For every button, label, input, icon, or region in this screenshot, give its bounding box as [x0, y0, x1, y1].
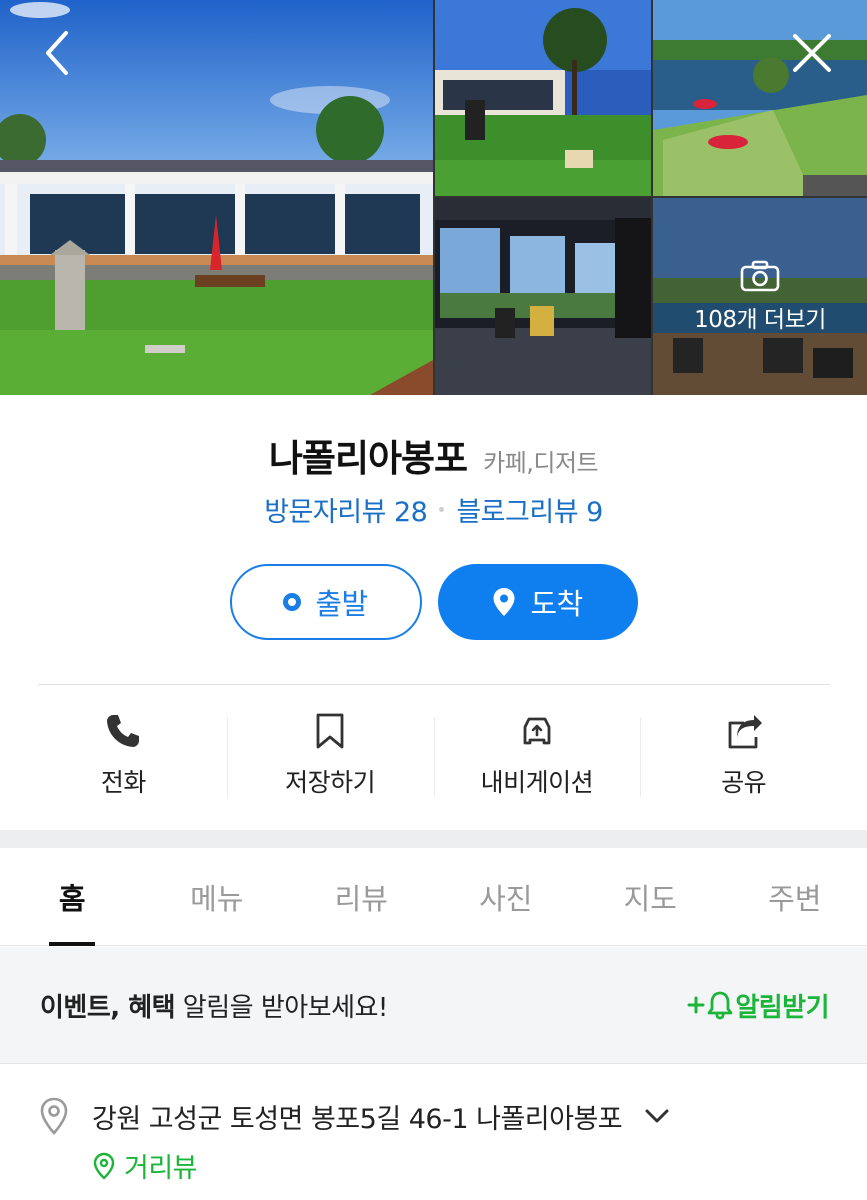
navigation-button[interactable]: 내비게이션 — [433, 705, 641, 805]
map-pin-icon — [493, 588, 515, 616]
more-photos-button[interactable]: 108개 더보기 — [653, 198, 867, 395]
start-button[interactable]: 출발 — [229, 564, 422, 640]
share-icon — [728, 715, 762, 749]
cafe-interior-image — [435, 198, 651, 395]
camera-icon — [740, 260, 780, 291]
tab-photo[interactable]: 사진 — [434, 848, 579, 945]
subscribe-alert-label: 알림받기 — [735, 992, 829, 1023]
start-label: 출발 — [315, 587, 368, 621]
navigation-car-icon — [523, 717, 551, 745]
close-icon — [793, 34, 831, 72]
phone-icon — [107, 715, 140, 747]
location-pin-icon — [40, 1097, 68, 1135]
more-photos-overlay: 108개 더보기 — [653, 198, 867, 395]
divider — [38, 684, 830, 685]
place-name: 나폴리아봉포 — [268, 437, 468, 480]
arrive-button[interactable]: 도착 — [437, 564, 638, 640]
subscribe-alert-button[interactable]: 알림받기 — [687, 987, 829, 1024]
street-view-label: 거리뷰 — [124, 1153, 198, 1184]
tab-home[interactable]: 홈 — [0, 848, 145, 945]
tab-bar: 홈 메뉴 리뷰 사진 지도 주변 — [0, 848, 867, 946]
notification-text: 이벤트, 혜택 알림을 받아보세요! — [40, 987, 388, 1024]
save-label: 저장하기 — [285, 768, 376, 797]
separator-dot — [439, 507, 445, 512]
notification-banner: 이벤트, 혜택 알림을 받아보세요! 알림받기 — [0, 947, 867, 1064]
tab-nearby[interactable]: 주변 — [723, 848, 867, 945]
start-point-icon — [283, 593, 302, 611]
call-label: 전화 — [100, 768, 147, 797]
blog-review-link[interactable]: 블로그리뷰 9 — [456, 490, 603, 529]
gallery-thumbnail[interactable] — [435, 0, 651, 196]
street-view-link[interactable]: 거리뷰 — [92, 1146, 198, 1185]
navigation-label: 내비게이션 — [480, 768, 594, 797]
action-bar: 전화 저장하기 내비게이션 공유 — [20, 705, 847, 805]
plus-icon — [687, 996, 705, 1014]
chevron-left-icon — [46, 31, 68, 75]
visitor-review-link[interactable]: 방문자리뷰 28 — [264, 490, 428, 529]
share-button[interactable]: 공유 — [640, 705, 847, 805]
arrive-label: 도착 — [530, 587, 583, 621]
route-buttons: 출발 도착 — [0, 564, 867, 640]
address-text: 강원 고성군 토성면 봉포5길 46-1 나폴리아봉포 — [92, 1103, 623, 1135]
section-separator — [0, 830, 867, 848]
more-photos-label: 108개 더보기 — [694, 306, 826, 333]
gallery-thumbnail[interactable] — [435, 198, 651, 395]
tab-map[interactable]: 지도 — [578, 848, 723, 945]
back-button[interactable] — [32, 28, 82, 78]
tab-menu[interactable]: 메뉴 — [145, 848, 290, 945]
tab-review[interactable]: 리뷰 — [289, 848, 434, 945]
place-header: 나폴리아봉포 카페,디저트 — [0, 428, 867, 482]
notification-bold-text: 이벤트, 혜택 — [40, 992, 176, 1023]
night-terrace-image — [435, 0, 651, 196]
bookmark-icon — [316, 713, 344, 749]
address-row[interactable]: 강원 고성군 토성면 봉포5길 46-1 나폴리아봉포 — [38, 1096, 838, 1136]
chevron-down-icon[interactable] — [644, 1107, 670, 1125]
save-button[interactable]: 저장하기 — [226, 705, 434, 805]
close-button[interactable] — [787, 28, 837, 78]
notification-rest-text: 알림을 받아보세요! — [175, 992, 389, 1023]
share-label: 공유 — [721, 768, 767, 797]
call-button[interactable]: 전화 — [20, 705, 227, 805]
review-links: 방문자리뷰 28 블로그리뷰 9 — [0, 490, 867, 529]
photo-gallery: 108개 더보기 — [0, 0, 867, 395]
bell-icon — [707, 991, 733, 1020]
street-view-pin-icon — [93, 1152, 115, 1180]
place-category: 카페,디저트 — [483, 449, 599, 477]
